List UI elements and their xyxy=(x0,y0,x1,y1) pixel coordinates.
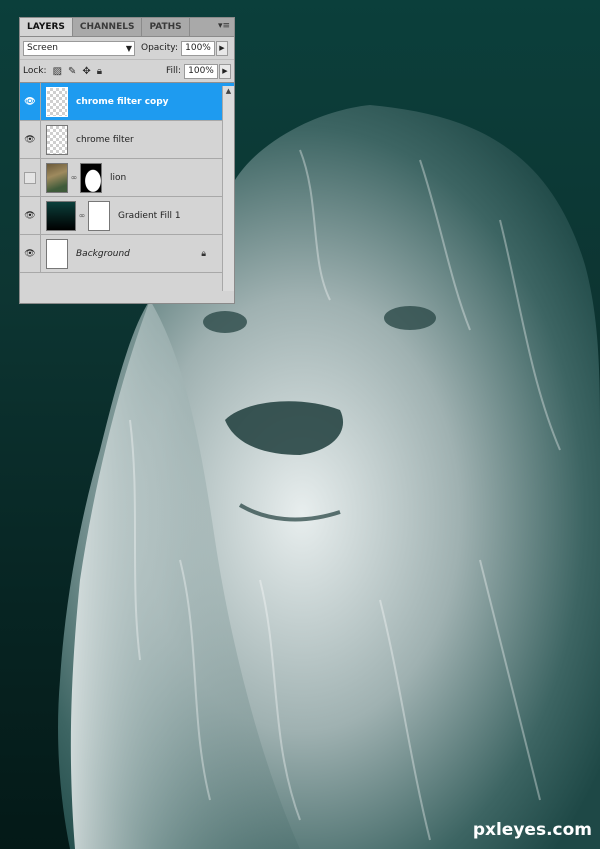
layer-name: chrome filter xyxy=(76,134,134,145)
layer-thumbnail xyxy=(46,162,68,193)
layer-row[interactable]: 👁︎ Background 🔒︎ xyxy=(20,235,234,273)
layer-lock-icon: 🔒︎ xyxy=(201,248,206,259)
gradient-fill-thumbnail xyxy=(46,200,76,231)
link-chain-icon: ∞ xyxy=(70,173,78,182)
tab-channels[interactable]: CHANNELS xyxy=(73,18,143,36)
opacity-field[interactable]: 100% xyxy=(181,40,215,56)
layers-list: 👁︎ chrome filter copy 👁︎ chrome filter ∞… xyxy=(20,83,234,273)
layer-mask-thumbnail[interactable] xyxy=(80,162,102,193)
blend-opacity-row: Screen ▼ Opacity: 100% ▶ xyxy=(20,37,234,59)
lion-eye-left xyxy=(203,311,247,333)
tab-paths[interactable]: PATHS xyxy=(142,18,190,36)
eye-icon: 👁︎ xyxy=(24,248,36,259)
layer-row[interactable]: ∞ lion xyxy=(20,159,234,197)
layer-name: lion xyxy=(110,172,127,183)
lock-fill-row: Lock: ▨ ✎ ✥ 🔒︎ Fill: 100% ▶ xyxy=(20,59,234,83)
layer-name: chrome filter copy xyxy=(76,96,169,107)
visibility-toggle[interactable]: 👁︎ xyxy=(20,121,41,158)
layer-thumbnail xyxy=(46,238,68,269)
layer-name: Gradient Fill 1 xyxy=(118,210,181,221)
tab-layers[interactable]: LAYERS xyxy=(20,18,73,36)
dropdown-arrow-icon: ▼ xyxy=(125,43,132,53)
eye-icon: 👁︎ xyxy=(24,96,36,107)
panel-tabbar: LAYERS CHANNELS PATHS ▾≡ xyxy=(20,18,234,37)
fill-label: Fill: xyxy=(165,66,181,76)
layer-name: Background xyxy=(76,248,130,259)
layer-row[interactable]: 👁︎ chrome filter xyxy=(20,121,234,159)
lock-pixels-brush-icon[interactable]: ✎ xyxy=(68,66,76,77)
layers-scrollbar[interactable]: ▲ xyxy=(222,86,234,291)
layer-thumbnail xyxy=(46,124,68,155)
hidden-visibility-box xyxy=(24,171,36,184)
fill-slider-arrow-icon[interactable]: ▶ xyxy=(219,63,231,79)
lock-all-icon[interactable]: 🔒︎ xyxy=(97,66,102,77)
watermark: pxleyes.com xyxy=(472,820,592,840)
link-chain-icon: ∞ xyxy=(78,211,86,220)
scroll-up-arrow-icon[interactable]: ▲ xyxy=(223,86,234,96)
lion-eye-right xyxy=(384,306,436,330)
visibility-toggle[interactable] xyxy=(20,159,41,196)
panel-menu-icon[interactable]: ▾≡ xyxy=(217,21,231,32)
blend-mode-value: Screen xyxy=(27,42,58,53)
opacity-slider-arrow-icon[interactable]: ▶ xyxy=(216,40,228,56)
blend-mode-select[interactable]: Screen ▼ xyxy=(23,40,135,56)
lock-position-move-icon[interactable]: ✥ xyxy=(82,66,90,77)
visibility-toggle[interactable]: 👁︎ xyxy=(20,197,41,234)
eye-icon: 👁︎ xyxy=(24,210,36,221)
fill-field[interactable]: 100% xyxy=(184,63,218,79)
lock-label: Lock: xyxy=(23,66,47,76)
lock-transparent-icon[interactable]: ▨ xyxy=(53,66,62,77)
layer-mask-thumbnail[interactable] xyxy=(88,200,110,231)
visibility-toggle[interactable]: 👁︎ xyxy=(20,235,41,272)
opacity-label: Opacity: xyxy=(141,43,178,53)
layer-thumbnail xyxy=(46,86,68,117)
layers-panel: LAYERS CHANNELS PATHS ▾≡ Screen ▼ Opacit… xyxy=(19,17,235,304)
layer-row[interactable]: 👁︎ ∞ Gradient Fill 1 xyxy=(20,197,234,235)
eye-icon: 👁︎ xyxy=(24,134,36,145)
layer-row[interactable]: 👁︎ chrome filter copy xyxy=(20,83,234,121)
visibility-toggle[interactable]: 👁︎ xyxy=(20,83,41,120)
